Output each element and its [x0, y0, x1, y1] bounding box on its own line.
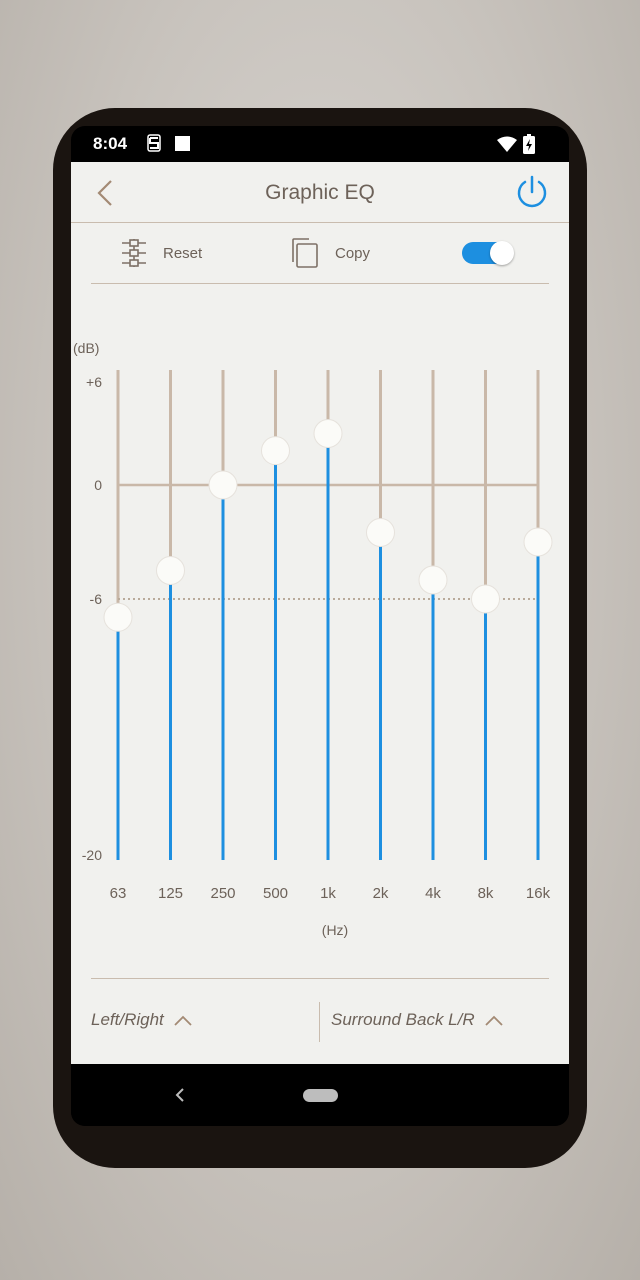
battery-icon — [523, 134, 535, 154]
eq-band-knob[interactable] — [523, 527, 553, 557]
page-title: Graphic EQ — [265, 181, 375, 204]
header: Graphic EQ — [71, 162, 569, 223]
eq-band-knob[interactable] — [471, 584, 500, 614]
chevron-up-icon — [485, 1015, 503, 1026]
eq-chart: (dB) +6 0 -6 -20 63 125 250 500 1k 2k 4k 8k 16k (Hz) — [71, 322, 569, 942]
reset-label: Reset — [163, 244, 203, 262]
selector-divider — [319, 1002, 320, 1042]
power-icon[interactable] — [515, 175, 549, 209]
eq-band-knob[interactable] — [156, 556, 185, 585]
eq-band-knob[interactable] — [103, 602, 133, 632]
surround-back-selector[interactable]: Surround Back L/R — [331, 1000, 503, 1040]
toolbar: Reset Copy — [91, 223, 549, 284]
copy-icon — [292, 238, 318, 268]
status-time: 8:04 — [93, 134, 128, 153]
divider-line — [91, 978, 549, 979]
channel-selector-bar: Left/Right Surround Back L/R — [91, 942, 549, 1064]
eq-band-knob[interactable] — [313, 419, 343, 448]
y-tick-label: 0 — [94, 477, 102, 493]
x-tick-label: 2k — [373, 885, 389, 902]
wifi-icon — [497, 136, 517, 152]
left-right-selector[interactable]: Left/Right — [91, 1000, 192, 1040]
x-axis-label: (Hz) — [322, 922, 348, 938]
sliders-icon — [122, 239, 146, 267]
sim-icon — [147, 134, 161, 152]
eq-band-knob[interactable] — [366, 518, 395, 547]
chevron-up-icon — [174, 1015, 192, 1026]
eq-chart-svg: (dB) +6 0 -6 -20 63 125 250 500 1k 2k 4k 8k 16k (Hz) — [73, 340, 553, 938]
left-right-label: Left/Right — [91, 1010, 164, 1029]
status-bar: 8:04 — [71, 126, 569, 162]
y-tick-label: +6 — [86, 374, 102, 390]
surround-back-label: Surround Back L/R — [331, 1010, 475, 1029]
y-tick-label: -20 — [82, 847, 102, 863]
x-tick-label: 1k — [320, 885, 336, 902]
navigation-bar — [71, 1064, 569, 1126]
copy-button[interactable]: Copy — [287, 223, 370, 283]
x-tick-label: 500 — [263, 885, 288, 902]
eq-band-knob[interactable] — [418, 565, 448, 595]
x-tick-label: 4k — [425, 885, 441, 902]
y-axis-label: (dB) — [73, 340, 99, 356]
screen: 8:04 Graphic EQ Reset Copy (dB) +6 0 -6 … — [71, 126, 569, 1126]
toggle-thumb — [490, 241, 514, 265]
copy-label: Copy — [335, 244, 371, 262]
y-tick-label: -6 — [90, 591, 103, 607]
eq-band-knob[interactable] — [208, 470, 238, 500]
x-tick-label: 8k — [478, 885, 494, 902]
notification-icon — [175, 136, 190, 151]
app-content: Graphic EQ Reset Copy (dB) +6 0 -6 -20 6… — [71, 162, 569, 1064]
eq-band-knob[interactable] — [261, 436, 290, 466]
nav-back-icon[interactable] — [174, 1087, 186, 1103]
x-tick-label: 16k — [526, 885, 551, 902]
x-tick-label: 125 — [158, 885, 183, 902]
x-tick-label: 250 — [210, 885, 235, 902]
nav-home-button[interactable] — [303, 1089, 338, 1102]
eq-enable-toggle[interactable] — [462, 241, 514, 265]
x-tick-label: 63 — [110, 885, 127, 902]
reset-button[interactable]: Reset — [121, 223, 202, 283]
